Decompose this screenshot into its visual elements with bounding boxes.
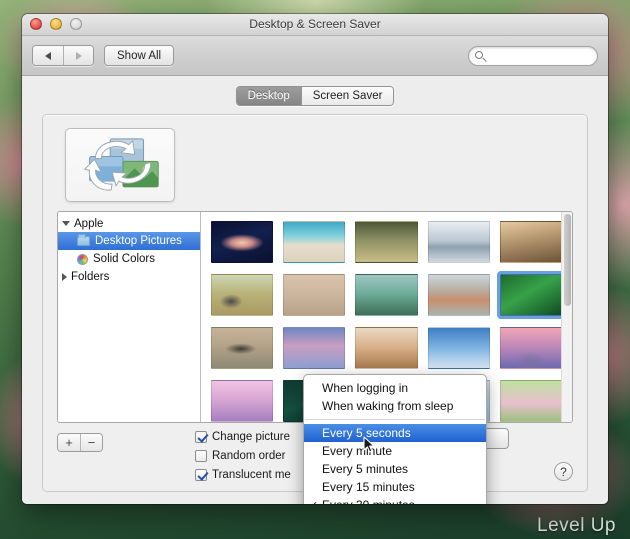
thumbnail-purple-mountains[interactable] xyxy=(211,380,274,422)
tab-bar: Desktop Screen Saver xyxy=(22,86,608,106)
thumbnail-overlay xyxy=(212,328,273,368)
search-input[interactable] xyxy=(489,49,597,62)
window-title: Desktop & Screen Saver xyxy=(249,17,381,31)
preferences-body: Desktop Screen Saver Apple Desktop Pictu… xyxy=(22,76,608,504)
menu-item-every-30-minutes[interactable]: ✓ Every 30 minutes xyxy=(304,496,486,504)
menu-item-when-waking-from-sleep[interactable]: When waking from sleep xyxy=(304,397,486,415)
thumbnail-foggy-lake[interactable] xyxy=(427,221,490,263)
menu-item-label: When logging in xyxy=(322,381,409,395)
toolbar: Show All xyxy=(22,36,608,76)
option-label: Change picture xyxy=(212,430,290,443)
thumbnail-golden-hair[interactable] xyxy=(355,327,418,369)
sidebar-item-desktop-pictures[interactable]: Desktop Pictures xyxy=(58,232,200,250)
option-label: Translucent me xyxy=(212,468,291,481)
watermark-label: Level Up xyxy=(537,515,616,536)
thumbnail-blue-sky-clouds[interactable] xyxy=(427,327,490,369)
desktop-preview-well[interactable] xyxy=(65,128,175,202)
menu-item-label: Every 30 minutes xyxy=(322,498,415,504)
option-translucent-menu-bar[interactable]: Translucent me xyxy=(195,466,291,483)
scrollbar-knob[interactable] xyxy=(564,214,571,306)
menu-item-label: Every minute xyxy=(322,444,393,458)
thumbnail-green-grass[interactable] xyxy=(496,271,566,319)
thumbnail-mount-fuji[interactable] xyxy=(499,327,562,369)
add-remove-folder-controls: + − xyxy=(57,433,103,452)
window-titlebar[interactable]: Desktop & Screen Saver xyxy=(22,14,608,36)
help-button[interactable]: ? xyxy=(554,462,573,481)
thumbnail-beach-shore[interactable] xyxy=(283,221,346,263)
menu-separator xyxy=(305,419,485,420)
desktop-options: Change picture Random order Translucent … xyxy=(195,428,291,485)
source-group-folders[interactable]: Folders xyxy=(58,268,200,285)
menu-item-when-logging-in[interactable]: When logging in xyxy=(304,379,486,397)
system-preferences-window: Desktop & Screen Saver Show All Desktop … xyxy=(22,14,608,504)
remove-folder-button[interactable]: − xyxy=(80,434,102,451)
menu-item-every-5-seconds[interactable]: Every 5 seconds xyxy=(304,424,486,442)
option-random-order[interactable]: Random order xyxy=(195,447,291,464)
thumbnail-desert-caravan[interactable] xyxy=(283,274,346,316)
folder-icon xyxy=(77,234,90,246)
disclosure-down-icon[interactable] xyxy=(62,221,70,226)
forward-button[interactable] xyxy=(63,46,93,65)
source-list[interactable]: Apple Desktop Pictures Solid Colors Fold… xyxy=(58,212,201,422)
thumbnail-sunset-rays[interactable] xyxy=(283,327,346,369)
thumbnail-flower-field[interactable] xyxy=(499,380,562,422)
thumbnail-lily-pads[interactable] xyxy=(355,274,418,316)
tab-desktop[interactable]: Desktop xyxy=(236,87,301,105)
option-label: Random order xyxy=(212,449,286,462)
checkmark-icon: ✓ xyxy=(309,499,318,505)
menu-item-label: Every 5 minutes xyxy=(322,462,409,476)
navigation-segmented-control[interactable] xyxy=(32,45,94,66)
option-change-picture[interactable]: Change picture xyxy=(195,428,291,445)
source-group-apple[interactable]: Apple xyxy=(58,215,200,232)
search-icon xyxy=(475,50,483,59)
tab-group: Desktop Screen Saver xyxy=(235,86,395,106)
sidebar-item-label: Solid Colors xyxy=(93,253,155,265)
thumbnail-island-silhouette[interactable] xyxy=(211,327,274,369)
source-group-label: Apple xyxy=(74,217,104,230)
add-folder-button[interactable]: + xyxy=(58,434,80,451)
tab-screen-saver[interactable]: Screen Saver xyxy=(300,87,394,105)
thumbnail-overlay xyxy=(500,328,561,368)
disclosure-right-icon[interactable] xyxy=(62,272,67,281)
menu-item-every-minute[interactable]: Every minute xyxy=(304,442,486,460)
desktop-background: Level Up Desktop & Screen Saver Show All xyxy=(0,0,630,539)
thumbnail-rock-strata[interactable] xyxy=(427,274,490,316)
sidebar-item-solid-colors[interactable]: Solid Colors xyxy=(58,250,200,268)
rotating-pictures-icon xyxy=(84,138,159,191)
translucent-menu-bar-checkbox[interactable] xyxy=(195,468,207,481)
menu-item-every-5-minutes[interactable]: Every 5 minutes xyxy=(304,460,486,478)
grid-scrollbar[interactable] xyxy=(561,212,572,422)
thumbnail-overlay xyxy=(212,222,273,262)
show-all-button[interactable]: Show All xyxy=(104,45,175,66)
sidebar-item-label: Desktop Pictures xyxy=(95,235,182,247)
source-group-label: Folders xyxy=(71,270,110,283)
arrow-left-icon xyxy=(45,51,51,60)
menu-item-every-15-minutes[interactable]: Every 15 minutes xyxy=(304,478,486,496)
thumbnail-andromeda-galaxy[interactable] xyxy=(211,221,274,263)
thumbnail-eagle-canyon[interactable] xyxy=(499,221,562,263)
arrow-right-icon xyxy=(75,51,82,60)
thumbnail-overlay xyxy=(212,275,273,315)
thumbnail-dry-grass[interactable] xyxy=(355,221,418,263)
change-picture-checkbox[interactable] xyxy=(195,430,207,443)
thumbnail-elephant-savanna[interactable] xyxy=(211,274,274,316)
back-button[interactable] xyxy=(33,46,63,65)
menu-item-label: Every 5 seconds xyxy=(322,426,411,440)
menu-item-label: Every 15 minutes xyxy=(322,480,415,494)
search-field[interactable] xyxy=(468,45,598,66)
color-wheel-icon xyxy=(77,253,88,265)
change-picture-interval-menu: When logging in When waking from sleep Eve… xyxy=(303,374,487,504)
random-order-checkbox[interactable] xyxy=(195,449,207,462)
menu-item-label: When waking from sleep xyxy=(322,399,454,413)
